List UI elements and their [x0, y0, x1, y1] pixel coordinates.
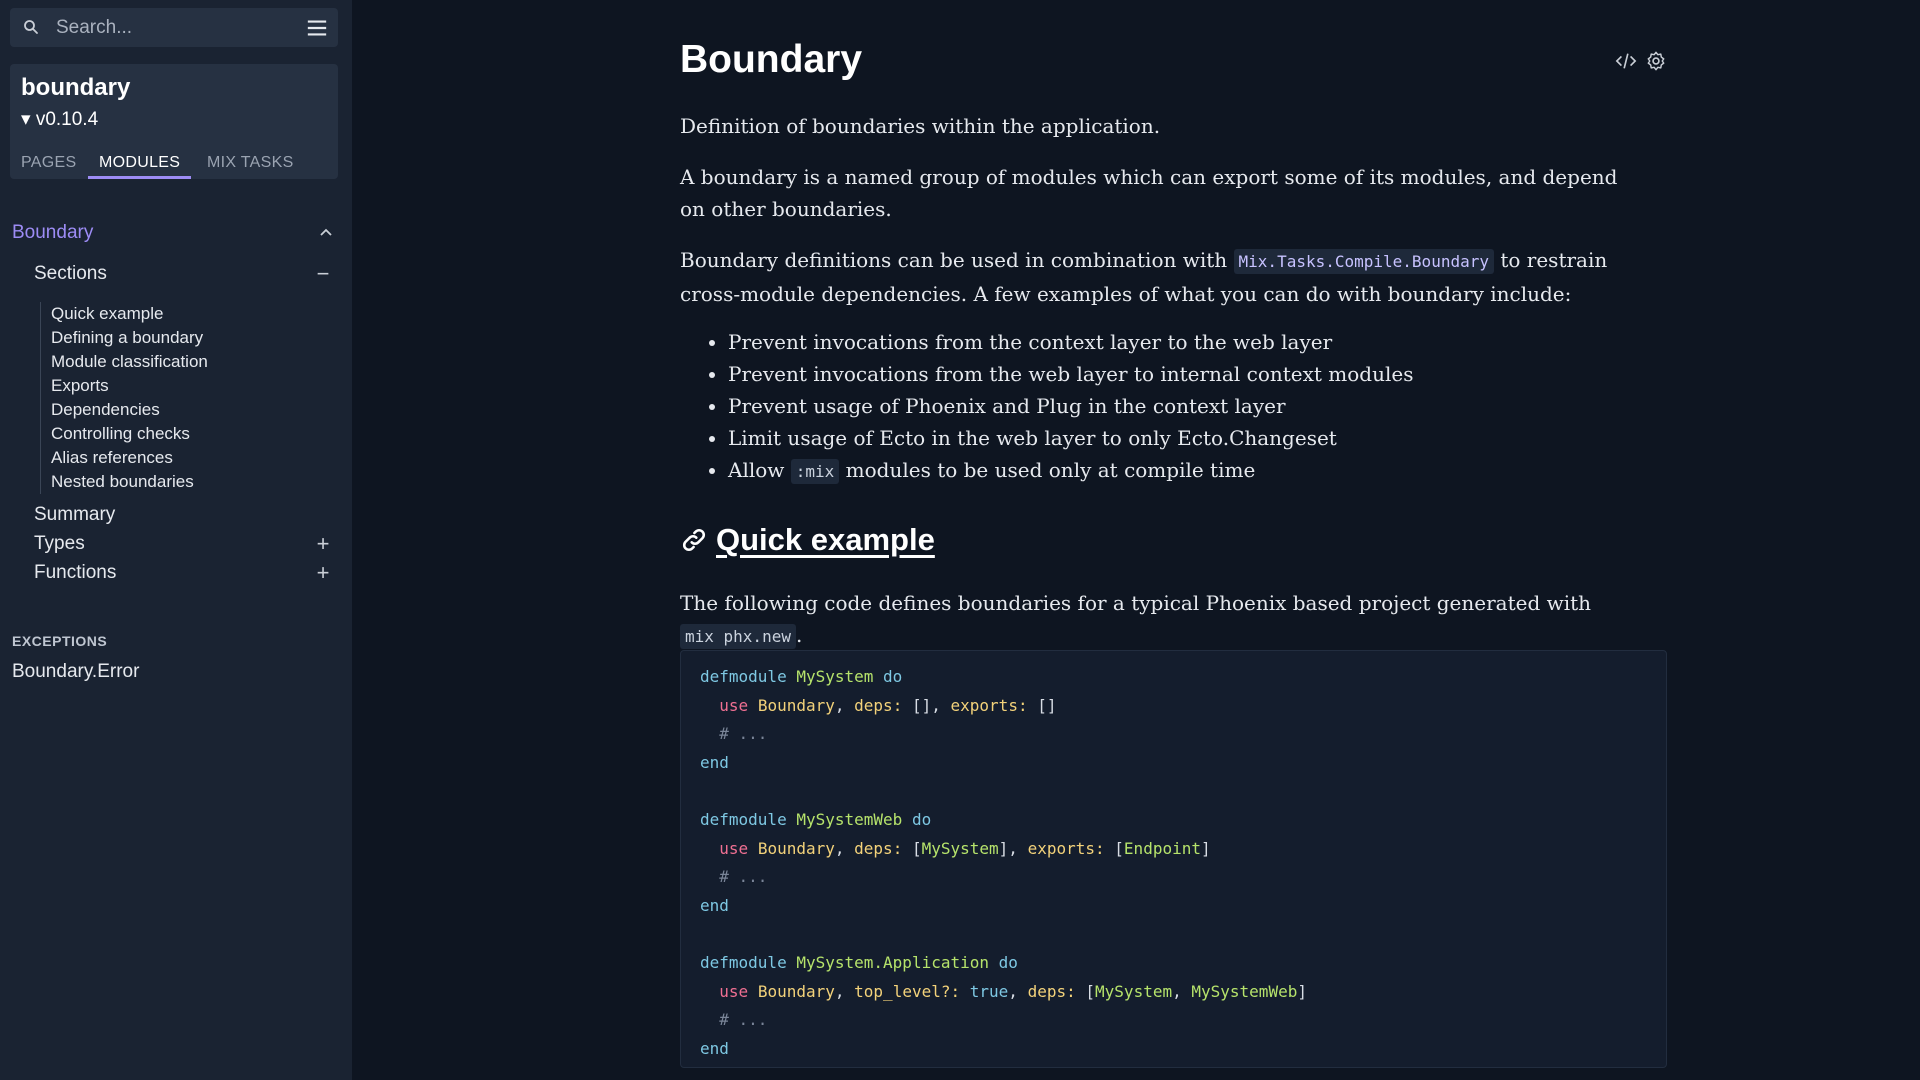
sidebar-item-sections[interactable]: Sections −: [0, 261, 352, 289]
sidebar-item-label: Sections: [34, 263, 107, 284]
sidebar-item-label: Summary: [34, 504, 116, 525]
page-title: Boundary: [680, 38, 863, 81]
inline-code: :mix: [790, 459, 840, 484]
sidebar-item-boundary-error[interactable]: Boundary.Error: [12, 661, 139, 683]
section-heading: Quick example: [716, 522, 935, 557]
list-item: Limit usage of Ecto in the web layer to …: [728, 422, 1628, 454]
sidebar-item-summary[interactable]: Summary: [0, 502, 352, 530]
menu-icon[interactable]: [306, 17, 328, 39]
search-icon: [24, 20, 38, 34]
list-item-text: modules to be used only at compile time: [839, 458, 1256, 482]
sidebar: boundary ▾ v0.10.4 PAGES MODULES MIX TAS…: [0, 0, 352, 1080]
sidebar-item-label: Boundary: [12, 222, 94, 243]
view-source-icon[interactable]: [1615, 50, 1637, 72]
section-item-exports[interactable]: Exports: [41, 374, 331, 398]
section-item-controlling-checks[interactable]: Controlling checks: [41, 422, 331, 446]
boundary-definition-paragraph: A boundary is a named group of modules w…: [680, 165, 1618, 221]
quick-example-heading-link[interactable]: Quick example: [680, 522, 935, 558]
project-name[interactable]: boundary: [21, 74, 130, 102]
quick-example-paragraph: The following code defines boundaries fo…: [680, 587, 1620, 653]
paragraph-text: .: [795, 623, 803, 647]
list-item: Allow :mix modules to be used only at co…: [728, 454, 1628, 488]
section-item-alias-references[interactable]: Alias references: [41, 446, 331, 470]
sidebar-item-label: Functions: [34, 562, 117, 583]
sidebar-tabs: PAGES MODULES MIX TASKS: [10, 150, 338, 179]
inline-code: mix phx.new: [680, 624, 796, 649]
sidebar-item-label: Types: [34, 533, 85, 554]
tab-mix-tasks[interactable]: MIX TASKS: [196, 150, 305, 176]
description-paragraph: Definition of boundaries within the appl…: [680, 114, 1161, 138]
version-selector[interactable]: ▾ v0.10.4: [21, 108, 98, 131]
tab-modules[interactable]: MODULES: [88, 150, 192, 179]
settings-gear-icon[interactable]: [1645, 50, 1667, 72]
tab-pages[interactable]: PAGES: [10, 150, 87, 176]
search-box[interactable]: [10, 8, 338, 47]
list-item: Prevent invocations from the web layer t…: [728, 358, 1628, 390]
page-actions: [1615, 50, 1675, 72]
sidebar-item-types[interactable]: Types +: [0, 531, 352, 559]
section-item-defining-a-boundary[interactable]: Defining a boundary: [41, 326, 331, 350]
section-item-dependencies[interactable]: Dependencies: [41, 398, 331, 422]
usage-text: Boundary definitions can be used in comb…: [680, 248, 1234, 272]
list-item: Prevent invocations from the context lay…: [728, 326, 1628, 358]
project-info: boundary ▾ v0.10.4 PAGES MODULES MIX TAS…: [10, 64, 338, 179]
section-item-module-classification[interactable]: Module classification: [41, 350, 331, 374]
paragraph-text: The following code defines boundaries fo…: [680, 591, 1592, 615]
compile-task-link[interactable]: Mix.Tasks.Compile.Boundary: [1233, 249, 1494, 274]
examples-list: Prevent invocations from the context lay…: [680, 326, 1628, 488]
section-item-nested-boundaries[interactable]: Nested boundaries: [41, 470, 331, 494]
expand-icon[interactable]: +: [312, 531, 334, 557]
link-icon: [682, 528, 706, 552]
expand-icon[interactable]: +: [312, 560, 334, 586]
section-list: Quick example Defining a boundary Module…: [40, 302, 331, 494]
section-item-quick-example[interactable]: Quick example: [41, 302, 331, 326]
exceptions-heading: EXCEPTIONS: [12, 633, 108, 649]
collapse-icon[interactable]: −: [312, 261, 334, 287]
code-block[interactable]: defmodule MySystem do use Boundary, deps…: [680, 650, 1667, 1068]
chevron-up-icon[interactable]: [318, 224, 334, 240]
sidebar-item-boundary[interactable]: Boundary: [0, 220, 352, 248]
list-item-text: Allow: [728, 458, 791, 482]
sidebar-item-functions[interactable]: Functions +: [0, 560, 352, 588]
list-item: Prevent usage of Phoenix and Plug in the…: [728, 390, 1628, 422]
usage-paragraph: Boundary definitions can be used in comb…: [680, 244, 1620, 310]
search-input[interactable]: [54, 14, 298, 42]
